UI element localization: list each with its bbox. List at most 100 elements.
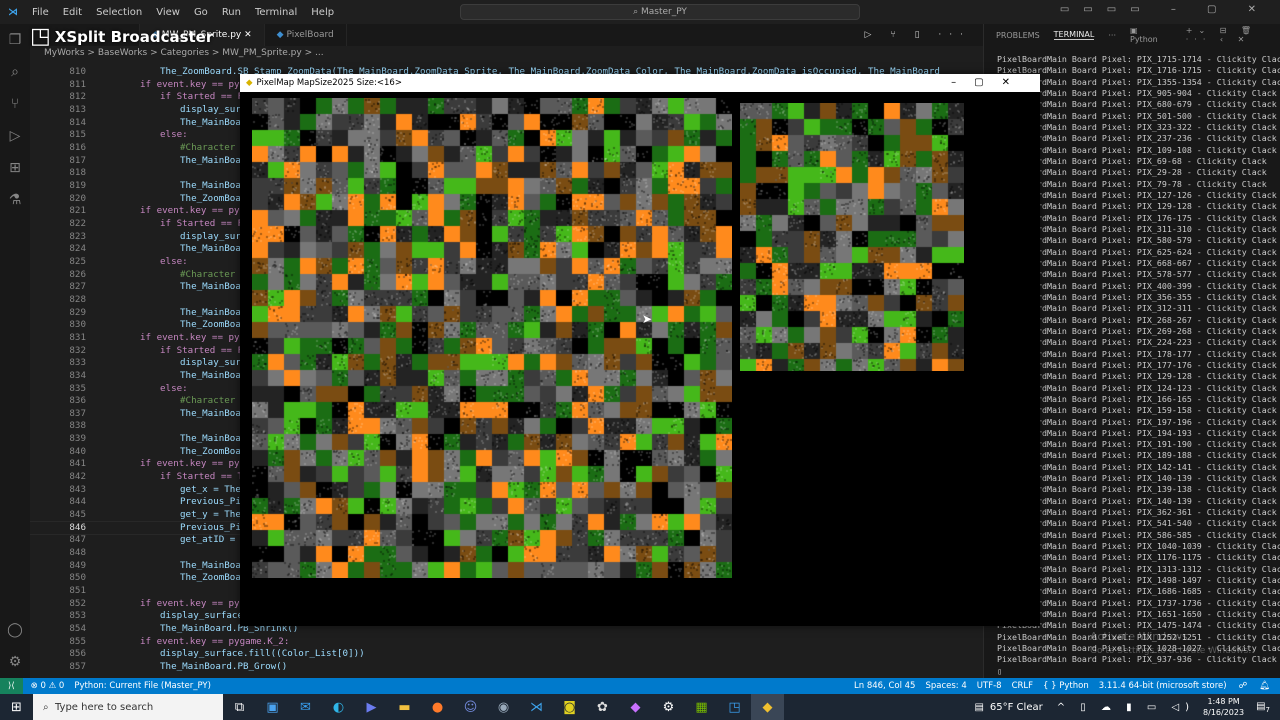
run-config[interactable]: Python: Current File (Master_PY) xyxy=(74,681,211,691)
line-number: 843 xyxy=(69,483,86,495)
command-center-search[interactable]: ⌕ Master_PY xyxy=(460,4,860,20)
code-text: The_MainBoard.PB_Grow() xyxy=(160,661,288,673)
line-number: 830 xyxy=(69,319,86,331)
indentation[interactable]: Spaces: 4 xyxy=(925,681,966,691)
weather[interactable]: 65°F Clear xyxy=(990,702,1043,713)
xsplit-icon[interactable]: ◳ xyxy=(718,694,751,720)
line-number: 819 xyxy=(69,179,86,191)
xsplit-logo: ◳ XSplit Broadcaster xyxy=(30,24,214,49)
line-number: 846 xyxy=(69,521,86,533)
terminal-actions[interactable]: +⌄ ⊟ 🗑 ··· ‹ ✕ xyxy=(1186,26,1266,44)
menu-edit[interactable]: Edit xyxy=(63,7,82,18)
testing-icon[interactable]: ⚗ xyxy=(0,184,30,216)
line-number: 823 xyxy=(69,230,86,242)
task-view-icon[interactable]: ⧉ xyxy=(223,694,256,720)
steam-icon[interactable]: ◉ xyxy=(487,694,520,720)
run-debug-icon[interactable]: ▷ xyxy=(0,120,30,152)
store-icon[interactable]: ▣ xyxy=(256,694,289,720)
pygame-window-controls[interactable]: –▢✕ xyxy=(951,77,1028,88)
title-bar: ⋊ File Edit Selection View Go Run Terminal Help… xyxy=(0,0,1280,24)
mail-icon[interactable]: ✉ xyxy=(289,694,322,720)
windows-start-icon[interactable]: ⊞ xyxy=(0,694,33,720)
window-controls[interactable]: ▭▭▭▭ – ▢ ✕ xyxy=(1060,4,1270,15)
clock[interactable]: 1:48 PM 8/16/2023 xyxy=(1203,696,1244,718)
main-board-pixel-map[interactable] xyxy=(252,98,732,578)
menu-terminal[interactable]: Terminal xyxy=(255,7,297,18)
language-mode[interactable]: { } Python xyxy=(1043,681,1089,691)
menu-selection[interactable]: Selection xyxy=(96,7,142,18)
explorer-icon[interactable]: ❐ xyxy=(0,24,30,56)
code-text: display_surface. xyxy=(160,610,249,622)
line-number: 818 xyxy=(69,167,86,179)
file-explorer-icon[interactable]: ▬ xyxy=(388,694,421,720)
system-tray-icons[interactable]: ^ ▯ ☁ ▮ ▭ ◁) xyxy=(1057,702,1195,713)
menu-help[interactable]: Help xyxy=(311,7,334,18)
firefox-icon[interactable]: ● xyxy=(421,694,454,720)
source-control-icon[interactable]: ⑂ xyxy=(0,88,30,120)
cursor-position[interactable]: Ln 846, Col 45 xyxy=(854,681,915,691)
code-text: The_MainBoar xyxy=(180,116,247,128)
activate-windows-watermark: Activate Windows Go to Settings to activ… xyxy=(1090,630,1252,656)
tab-pixelboard[interactable]: ◆ PixelBoard xyxy=(265,24,347,46)
app-icon-2[interactable]: ✿ xyxy=(586,694,619,720)
code-text: else: xyxy=(160,382,188,394)
more-tabs-icon[interactable]: ··· xyxy=(1108,31,1116,40)
account-icon[interactable]: ◯ xyxy=(0,614,30,646)
discord-icon[interactable]: ☺ xyxy=(454,694,487,720)
code-text: #Character F xyxy=(180,141,247,153)
code-text: if Started == Fa xyxy=(160,344,249,356)
line-ending[interactable]: CRLF xyxy=(1012,681,1033,691)
zoom-board-pixel-map[interactable] xyxy=(740,103,964,371)
pygame-window[interactable]: ◆ PixelMap MapSize2025 Size:<16> –▢✕ ➤ xyxy=(240,74,1040,626)
line-number: 814 xyxy=(69,116,86,128)
line-number: 812 xyxy=(69,91,86,103)
line-number: 841 xyxy=(69,458,86,470)
terminal-cursor[interactable]: ▯ xyxy=(997,666,1280,677)
feedback-icon[interactable]: ☍ xyxy=(1239,681,1248,691)
terminal-shell[interactable]: ▣ Python xyxy=(1130,26,1172,44)
line-number: 824 xyxy=(69,243,86,255)
code-line[interactable]: 855 if event.key == pygame.K_2: xyxy=(30,636,983,649)
line-number: 857 xyxy=(69,661,86,673)
pygame-title-bar[interactable]: ◆ PixelMap MapSize2025 Size:<16> –▢✕ xyxy=(240,74,1040,92)
code-line[interactable]: 857 The_MainBoard.PB_Grow() xyxy=(30,661,983,674)
code-text: The_MainBoar xyxy=(180,281,247,293)
problems-count[interactable]: ⊗ 0 ⚠ 0 xyxy=(31,681,65,691)
menu-view[interactable]: View xyxy=(156,7,180,18)
menu-go[interactable]: Go xyxy=(194,7,208,18)
code-text: if event.key == pyga xyxy=(140,205,251,217)
close-icon[interactable]: ✕ xyxy=(244,30,252,40)
gear-icon[interactable]: ⚙ xyxy=(0,646,30,678)
search-icon: ⌕ xyxy=(633,7,641,17)
vscode-icon[interactable]: ⋊ xyxy=(520,694,553,720)
notifications-icon[interactable]: ▤7 xyxy=(1256,701,1270,714)
python-icon[interactable]: ◆ xyxy=(751,694,784,720)
media-icon[interactable]: ▶ xyxy=(355,694,388,720)
taskbar-search[interactable]: ⌕ Type here to search xyxy=(33,694,223,720)
code-text: else: xyxy=(160,129,188,141)
code-text: if Started == Fa xyxy=(160,91,249,103)
app-icon[interactable]: ◙ xyxy=(553,694,586,720)
bell-icon[interactable]: 🔔︎ xyxy=(1259,681,1270,691)
settings-icon[interactable]: ⚙ xyxy=(652,694,685,720)
remote-icon[interactable]: ⟩⟨ xyxy=(0,678,23,694)
menu-run[interactable]: Run xyxy=(222,7,241,18)
encoding[interactable]: UTF-8 xyxy=(977,681,1002,691)
code-text: if event.key == pyga xyxy=(140,78,251,90)
code-line[interactable]: 856 display_surface.fill((Color_List[0])) xyxy=(30,648,983,661)
code-text: display_surf xyxy=(180,230,247,242)
tab-problems[interactable]: PROBLEMS xyxy=(996,31,1040,40)
extensions-icon[interactable]: ⊞ xyxy=(0,152,30,184)
search-icon[interactable]: ⌕ xyxy=(0,56,30,88)
interpreter[interactable]: 3.11.4 64-bit (microsoft store) xyxy=(1099,681,1227,691)
weather-icon[interactable]: ▤ xyxy=(974,702,983,713)
line-number: 853 xyxy=(69,610,86,622)
droplet-icon[interactable]: ◆ xyxy=(619,694,652,720)
code-text: if event.key == pyga xyxy=(140,331,251,343)
nvidia-icon[interactable]: ▦ xyxy=(685,694,718,720)
editor-actions[interactable]: ▷ ⑂ ▯ ··· xyxy=(865,24,971,46)
menu-file[interactable]: File xyxy=(32,7,49,18)
tab-terminal[interactable]: TERMINAL xyxy=(1053,30,1095,40)
line-number: 820 xyxy=(69,192,86,204)
edge-icon[interactable]: ◐ xyxy=(322,694,355,720)
